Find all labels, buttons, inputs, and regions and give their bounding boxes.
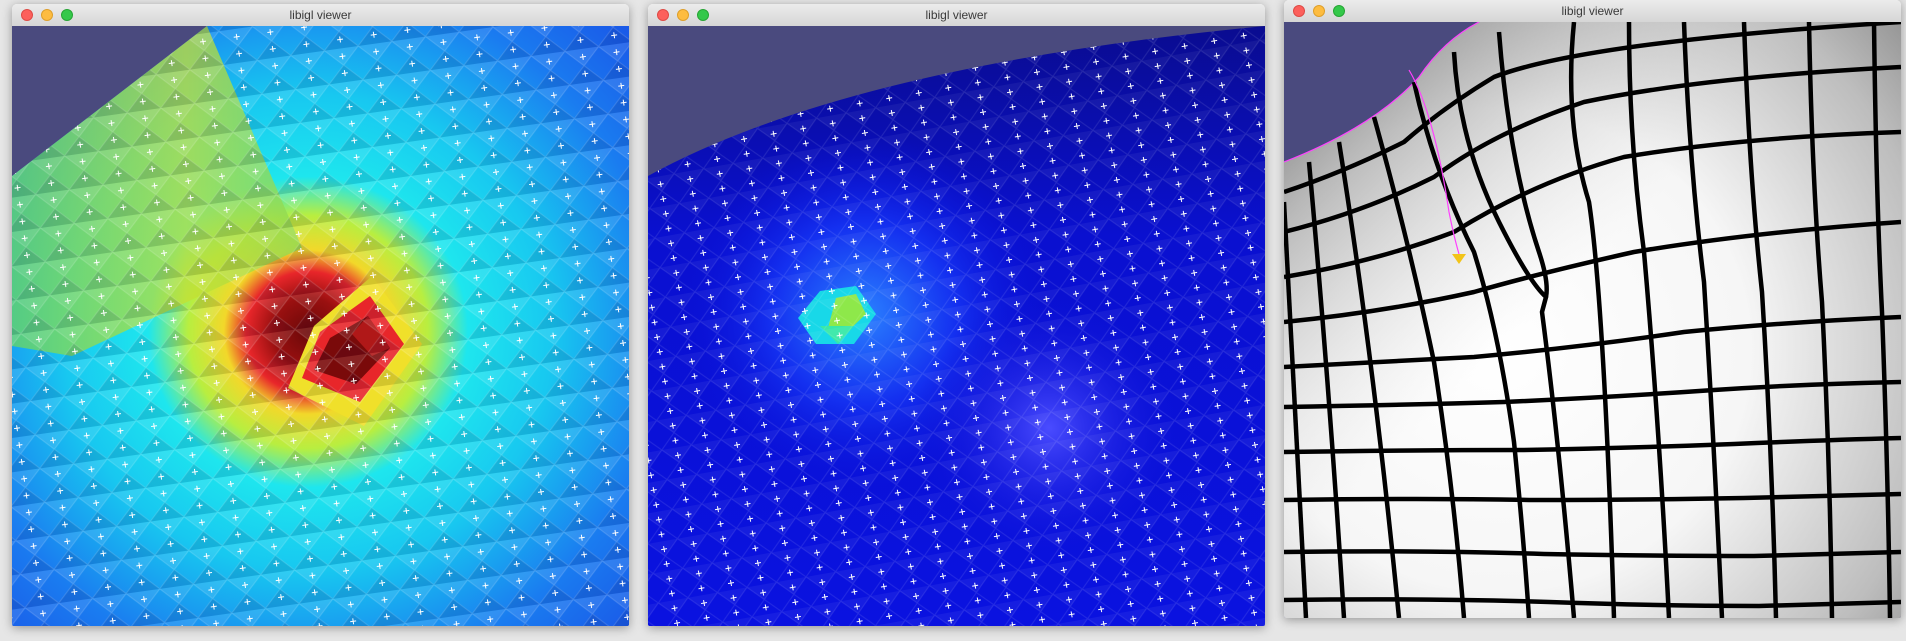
window-title: libigl viewer	[1561, 4, 1624, 18]
window-title: libigl viewer	[289, 8, 352, 22]
title-bar[interactable]: libigl viewer	[648, 4, 1265, 27]
viewer-window-2: libigl viewer	[648, 4, 1265, 626]
title-bar[interactable]: libigl viewer	[1284, 0, 1901, 23]
title-bar[interactable]: libigl viewer	[12, 4, 629, 27]
viewer-canvas[interactable]	[648, 26, 1265, 626]
window-title: libigl viewer	[925, 8, 988, 22]
viewer-window-1: libigl viewer	[12, 4, 629, 626]
viewer-canvas[interactable]	[12, 26, 629, 626]
viewer-window-3: libigl viewer	[1284, 0, 1901, 618]
viewer-canvas[interactable]	[1284, 22, 1901, 618]
